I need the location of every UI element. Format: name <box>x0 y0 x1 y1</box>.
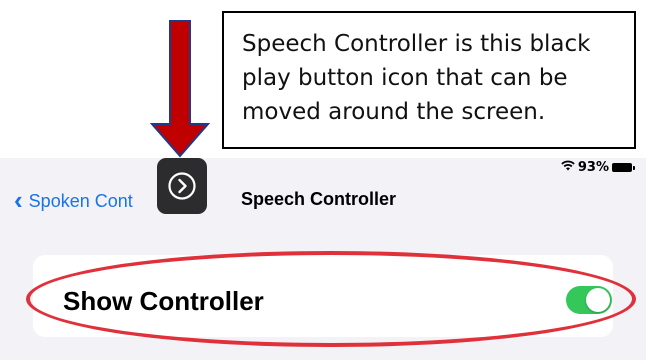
callout-box: Speech Controller is this black play but… <box>222 11 636 149</box>
chevron-right-circle-icon <box>168 172 196 200</box>
speech-controller-button[interactable] <box>157 158 207 214</box>
back-button-label: Spoken Cont <box>28 190 133 211</box>
battery-icon <box>612 163 635 172</box>
back-button[interactable]: ‹ Spoken Cont <box>14 185 133 215</box>
chevron-left-icon: ‹ <box>14 185 23 215</box>
status-bar: 93% <box>561 160 635 175</box>
toggle-knob <box>586 288 610 312</box>
battery-percent: 93% <box>577 160 609 175</box>
page-title: Speech Controller <box>241 189 397 209</box>
down-arrow-icon <box>150 20 210 158</box>
show-controller-toggle[interactable] <box>566 286 612 314</box>
show-controller-label: Show Controller <box>63 286 264 316</box>
wifi-icon <box>561 160 575 175</box>
